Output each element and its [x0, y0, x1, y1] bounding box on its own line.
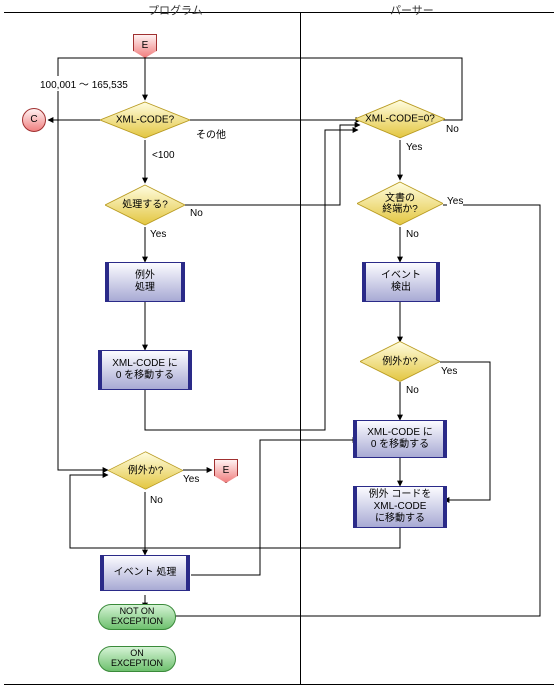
decision-xmlcode-eq0: XML-CODE=0?: [355, 98, 445, 140]
header-program: プログラム: [148, 2, 203, 18]
label-no-exc-left: No: [150, 495, 163, 506]
terminator-not-on-exception: NOT ON EXCEPTION: [98, 604, 176, 630]
label-lt100: <100: [152, 150, 175, 161]
process-move-zero: XML-CODE に 0 を移動する: [98, 350, 192, 390]
label-yes-eod: Yes: [447, 196, 463, 207]
label-no-excR: No: [406, 385, 419, 396]
process-move-zero-right: XML-CODE に 0 を移動する: [353, 420, 447, 458]
label-no-1: No: [190, 208, 203, 219]
decision-is-exc-right: 例外か?: [360, 340, 440, 383]
tag-c: C: [22, 108, 46, 132]
terminator-on-exception: ON EXCEPTION: [98, 646, 176, 672]
decision-end-of-doc: 文書の 終端か?: [357, 180, 443, 227]
header-parser: パーサー: [390, 2, 434, 18]
process-event-detect: イベント 検出: [362, 262, 440, 302]
tag-e-right: E: [214, 459, 238, 483]
label-range: 100,001 ～ 165,535: [40, 76, 128, 91]
decision-is-exc-left: 例外か?: [108, 449, 183, 492]
tag-e-top: E: [133, 34, 157, 58]
process-exception-handling: 例外 処理: [105, 262, 185, 302]
label-no-eod: No: [406, 229, 419, 240]
process-move-exc-code: 例外 コードを XML-CODE に移動する: [353, 486, 447, 528]
decision-xmlcode: XML-CODE?: [100, 100, 190, 140]
label-no-eq0: No: [446, 124, 459, 135]
label-yes-eq0: Yes: [406, 142, 422, 153]
flow-connectors: [0, 0, 558, 697]
decision-process: 処理する?: [105, 183, 185, 227]
label-other: その他: [196, 126, 226, 141]
process-event-proc: イベント 処理: [100, 555, 190, 591]
label-yes-1: Yes: [150, 229, 166, 240]
label-yes-excR: Yes: [441, 366, 457, 377]
label-yes-exc-left: Yes: [183, 474, 199, 485]
